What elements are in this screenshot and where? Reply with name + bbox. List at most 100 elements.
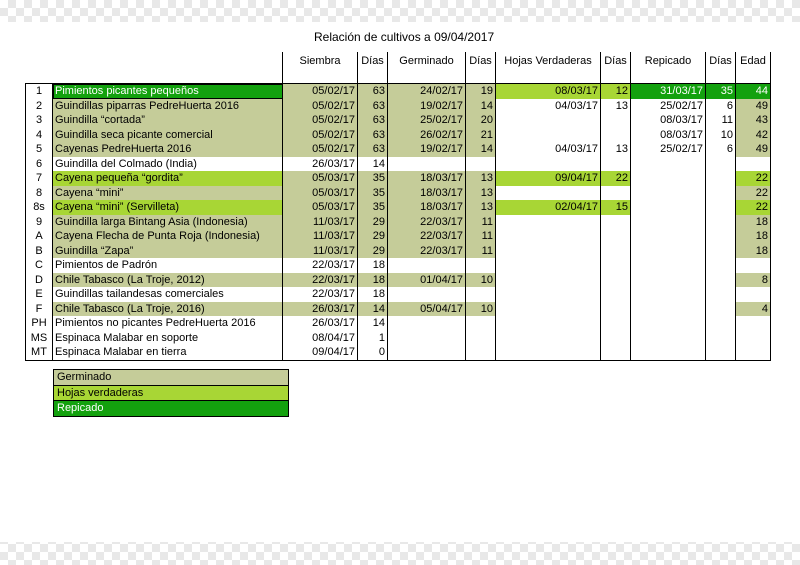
cell-edad: 18 — [735, 243, 771, 258]
cell-siembra: 11/03/17 — [282, 243, 358, 258]
cultivos-table: Siembra Días Germinado Días Hojas Verdad… — [25, 52, 771, 361]
cell-hojas — [495, 127, 601, 142]
cell-germinado: 24/02/17 — [387, 83, 466, 99]
header-siembra: Siembra — [282, 52, 358, 84]
table-row: 6 Guindilla del Colmado (India) 26/03/17 14 — [25, 156, 771, 171]
table-row: 3 Guindilla “cortada” 05/02/17 63 25/02/17 20… — [25, 113, 771, 128]
cell-dias-germinado: 19 — [465, 83, 496, 99]
cell-dias-germinado: 11 — [465, 229, 496, 244]
cell-id: C — [25, 258, 53, 273]
cell-id: E — [25, 287, 53, 302]
cell-germinado: 22/03/17 — [387, 214, 466, 229]
cell-edad: 18 — [735, 229, 771, 244]
cell-repicado — [630, 229, 706, 244]
cell-dias-siembra: 63 — [357, 98, 388, 113]
cell-repicado — [630, 316, 706, 331]
cell-edad: 8 — [735, 272, 771, 287]
cell-repicado — [630, 243, 706, 258]
cell-germinado — [387, 345, 466, 361]
cell-hojas — [495, 113, 601, 128]
cell-dias-repicado — [705, 156, 736, 171]
cell-dias-siembra: 63 — [357, 127, 388, 142]
cell-repicado — [630, 185, 706, 200]
cell-dias-germinado — [465, 316, 496, 331]
cell-edad: 4 — [735, 301, 771, 316]
table-row: A Cayena Flecha de Punta Roja (Indonesia)… — [25, 229, 771, 244]
cell-hojas — [495, 330, 601, 345]
cell-edad: 43 — [735, 113, 771, 128]
cell-dias-repicado: 6 — [705, 98, 736, 113]
cell-name: Chile Tabasco (La Troje, 2016) — [52, 301, 283, 316]
cell-repicado — [630, 330, 706, 345]
cell-germinado: 22/03/17 — [387, 229, 466, 244]
cell-dias-germinado: 14 — [465, 142, 496, 157]
cell-name: Pimientos no picantes PedreHuerta 2016 — [52, 316, 283, 331]
cell-name: Pimientos picantes pequeños — [52, 83, 283, 99]
cell-dias-repicado — [705, 345, 736, 361]
cell-germinado: 19/02/17 — [387, 98, 466, 113]
cell-germinado — [387, 258, 466, 273]
table-row: B Guindilla “Zapa” 11/03/17 29 22/03/17 11 18 — [25, 243, 771, 258]
cell-germinado — [387, 330, 466, 345]
cell-hojas — [495, 156, 601, 171]
cell-id: 1 — [25, 83, 53, 99]
cell-dias-hojas: 13 — [600, 98, 631, 113]
cell-siembra: 05/02/17 — [282, 113, 358, 128]
cell-edad: 42 — [735, 127, 771, 142]
cell-hojas — [495, 229, 601, 244]
cell-dias-repicado — [705, 272, 736, 287]
table-row: 4 Guindilla seca picante comercial 05/02/1… — [25, 127, 771, 142]
cell-dias-repicado — [705, 330, 736, 345]
cell-repicado — [630, 272, 706, 287]
table-row: D Chile Tabasco (La Troje, 2012) 22/03/17 1… — [25, 272, 771, 287]
cell-dias-germinado — [465, 345, 496, 361]
table-header: Siembra Días Germinado Días Hojas Verdad… — [26, 52, 771, 84]
cell-dias-siembra: 18 — [357, 258, 388, 273]
cell-siembra: 08/04/17 — [282, 330, 358, 345]
cell-germinado — [387, 287, 466, 302]
cell-id: MS — [25, 330, 53, 345]
cell-siembra: 05/02/17 — [282, 127, 358, 142]
cell-siembra: 22/03/17 — [282, 287, 358, 302]
cell-dias-repicado — [705, 185, 736, 200]
cell-hojas — [495, 316, 601, 331]
cell-edad — [735, 316, 771, 331]
cell-dias-siembra: 35 — [357, 200, 388, 215]
cell-dias-germinado — [465, 156, 496, 171]
cell-germinado — [387, 316, 466, 331]
table-body: 1 Pimientos picantes pequeños 05/02/17 63 24… — [25, 83, 771, 361]
cell-repicado — [630, 171, 706, 186]
cell-id: 7 — [25, 171, 53, 186]
cell-hojas — [495, 272, 601, 287]
cell-repicado: 31/03/17 — [630, 83, 706, 99]
cell-edad: 49 — [735, 142, 771, 157]
cell-id: A — [25, 229, 53, 244]
cell-dias-germinado — [465, 330, 496, 345]
cell-dias-hojas — [600, 229, 631, 244]
cell-edad — [735, 345, 771, 361]
cell-repicado — [630, 258, 706, 273]
table-row: 2 Guindillas piparras PedreHuerta 2016 05/… — [25, 98, 771, 113]
cell-name: Cayena Flecha de Punta Roja (Indonesia) — [52, 229, 283, 244]
cell-dias-hojas — [600, 301, 631, 316]
table-row: MS Espinaca Malabar en soporte 08/04/17 1 — [25, 330, 771, 345]
cell-dias-repicado — [705, 287, 736, 302]
cell-dias-siembra: 14 — [357, 316, 388, 331]
cell-dias-germinado: 21 — [465, 127, 496, 142]
cell-dias-hojas — [600, 345, 631, 361]
cell-dias-siembra: 1 — [357, 330, 388, 345]
cell-dias-hojas — [600, 258, 631, 273]
cell-siembra: 26/03/17 — [282, 316, 358, 331]
cell-dias-germinado: 14 — [465, 98, 496, 113]
cell-edad: 22 — [735, 200, 771, 215]
cell-hojas — [495, 214, 601, 229]
cell-hojas — [495, 345, 601, 361]
cell-edad — [735, 287, 771, 302]
cell-dias-repicado — [705, 229, 736, 244]
legend-germinado: Germinado — [53, 369, 289, 386]
cell-hojas — [495, 258, 601, 273]
header-edad: Edad — [735, 52, 771, 84]
cell-dias-repicado — [705, 171, 736, 186]
cell-germinado: 25/02/17 — [387, 113, 466, 128]
cell-id: F — [25, 301, 53, 316]
